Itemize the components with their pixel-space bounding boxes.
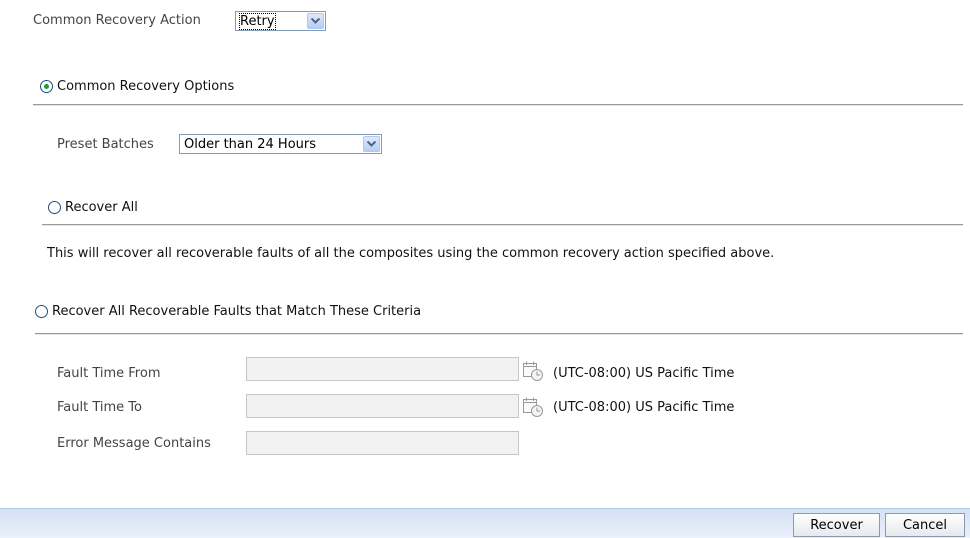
radio-unselected-icon[interactable] bbox=[35, 305, 48, 318]
radio-recover-matching-criteria[interactable]: Recover All Recoverable Faults that Matc… bbox=[35, 304, 421, 319]
recover-button[interactable]: Recover bbox=[793, 513, 880, 537]
error-message-label: Error Message Contains bbox=[57, 436, 211, 451]
error-message-input[interactable] bbox=[246, 431, 519, 455]
calendar-icon[interactable] bbox=[522, 396, 544, 418]
section-divider bbox=[35, 333, 963, 335]
radio-selected-icon[interactable] bbox=[40, 80, 53, 93]
common-recovery-action-select[interactable]: Retry bbox=[235, 11, 326, 31]
calendar-icon[interactable] bbox=[522, 360, 544, 382]
radio-unselected-icon[interactable] bbox=[48, 201, 61, 214]
section-divider bbox=[33, 104, 963, 106]
fault-time-to-label: Fault Time To bbox=[57, 400, 142, 415]
section-divider bbox=[42, 224, 963, 226]
common-recovery-action-label: Common Recovery Action bbox=[33, 13, 201, 28]
chevron-down-icon[interactable] bbox=[307, 13, 324, 29]
timezone-label-from: (UTC-08:00) US Pacific Time bbox=[553, 366, 735, 381]
fault-time-from-input[interactable] bbox=[246, 357, 519, 381]
recover-all-label: Recover All bbox=[65, 200, 138, 215]
chevron-down-icon[interactable] bbox=[363, 136, 380, 152]
preset-batches-select[interactable]: Older than 24 Hours bbox=[179, 134, 382, 154]
cancel-button[interactable]: Cancel bbox=[885, 513, 965, 537]
recover-matching-criteria-label: Recover All Recoverable Faults that Matc… bbox=[52, 304, 422, 319]
preset-batches-value: Older than 24 Hours bbox=[184, 136, 317, 152]
common-recovery-options-label: Common Recovery Options bbox=[57, 79, 235, 94]
preset-batches-label: Preset Batches bbox=[57, 137, 154, 152]
timezone-label-to: (UTC-08:00) US Pacific Time bbox=[553, 400, 735, 415]
radio-common-recovery-options[interactable]: Common Recovery Options bbox=[40, 79, 234, 94]
common-recovery-action-value: Retry bbox=[239, 12, 276, 30]
radio-recover-all[interactable]: Recover All bbox=[48, 200, 138, 215]
fault-time-from-label: Fault Time From bbox=[57, 366, 161, 381]
fault-time-to-input[interactable] bbox=[246, 394, 519, 418]
recover-all-description: This will recover all recoverable faults… bbox=[47, 246, 775, 261]
